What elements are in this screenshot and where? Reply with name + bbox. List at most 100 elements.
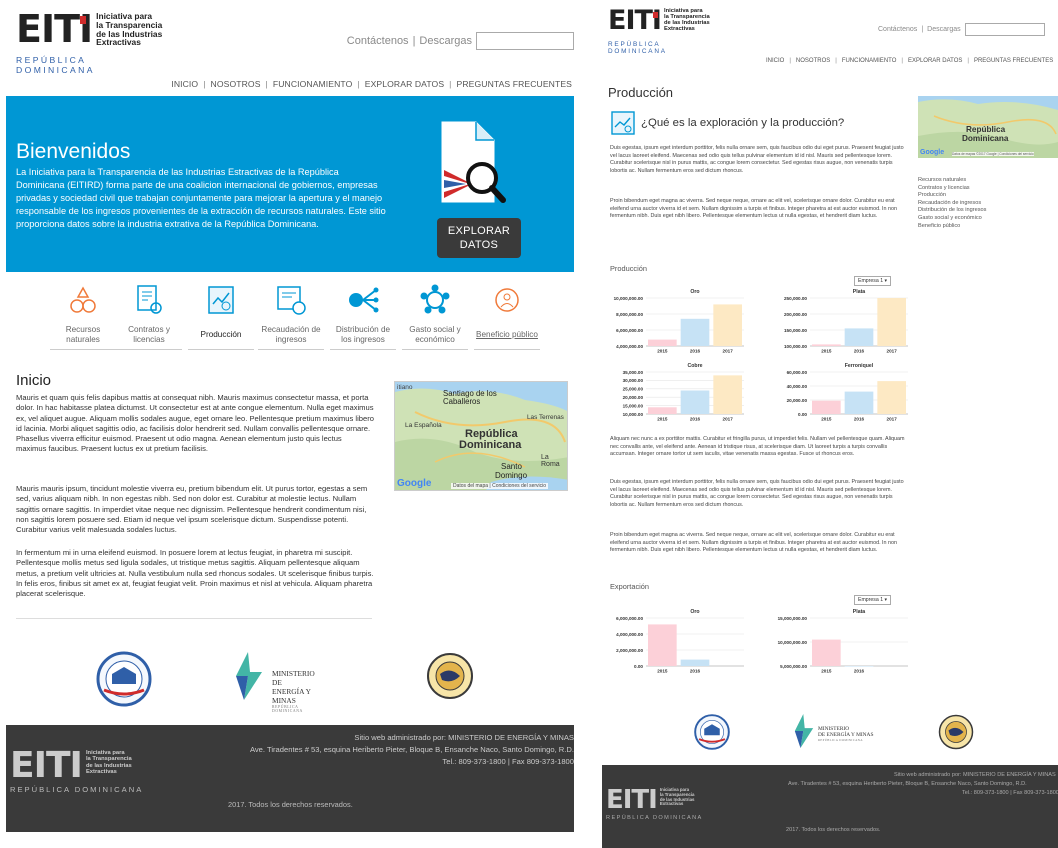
production-paragraph: Duis egestas, ipsum eget interdum portti… <box>610 479 904 508</box>
bar[interactable] <box>812 344 841 346</box>
side-link[interactable]: Distribución de los ingresos <box>918 207 986 215</box>
x-tick-label: 2016 <box>854 669 865 674</box>
footer-logo[interactable]: EITI Iniciativa para la Transparencia de… <box>10 748 132 784</box>
company-select[interactable]: Empresa 1 ▾ <box>854 276 892 286</box>
bar[interactable] <box>648 407 677 414</box>
nav-item-inicio[interactable]: INICIO <box>171 79 198 89</box>
nav-item-preguntas[interactable]: PREGUNTAS FRECUENTES <box>457 79 572 89</box>
social-spending-icon <box>420 284 450 314</box>
y-tick-label: 15,000,000.00 <box>778 616 808 621</box>
x-tick-label: 2015 <box>821 417 832 422</box>
company-select[interactable]: Empresa 1 ▾ <box>854 595 892 605</box>
bar[interactable] <box>680 318 710 346</box>
category-gasto-social[interactable]: Gasto social y económico <box>402 283 468 350</box>
side-link[interactable]: Contratos y licencias <box>918 185 986 193</box>
location-map[interactable]: itiano Santiago de los Caballeros Las Te… <box>394 381 568 491</box>
category-label: Distribución de los ingresos <box>335 324 391 345</box>
bar[interactable] <box>812 400 841 414</box>
x-tick-label: 2015 <box>821 669 832 674</box>
separator: | <box>412 35 416 47</box>
section-export: Exportación <box>610 582 650 591</box>
bar[interactable] <box>648 339 677 346</box>
y-tick-label: 5,000,000.00 <box>780 664 807 669</box>
hero-banner: Bienvenidos La Iniciativa para la Transp… <box>6 96 574 272</box>
y-tick-label: 8,000,000.00 <box>616 312 643 317</box>
bar[interactable] <box>713 304 742 346</box>
bar[interactable] <box>812 639 841 666</box>
contact-link[interactable]: Contáctenos <box>878 26 917 33</box>
button-line: EXPLORAR <box>447 225 511 237</box>
bar[interactable] <box>680 659 710 666</box>
y-tick-label: 0.00 <box>634 664 643 669</box>
nav-item-nosotros[interactable]: NOSOTROS <box>796 58 830 64</box>
bar[interactable] <box>877 298 906 346</box>
ministerio-logo-mark <box>794 714 814 748</box>
search-input[interactable] <box>476 32 574 50</box>
nav-item-preguntas[interactable]: PREGUNTAS FRECUENTES <box>974 58 1053 64</box>
production-paragraph: Proin bibendum eget magna ac viverra. Se… <box>610 198 898 219</box>
bar[interactable] <box>680 390 710 414</box>
y-tick-label: 6,000,000.00 <box>616 616 643 621</box>
category-beneficio[interactable]: Beneficio público <box>474 283 540 350</box>
map-attribution[interactable]: Datos del mapa | Condiciones del servici… <box>451 483 549 489</box>
category-label: Beneficio público <box>476 329 538 339</box>
google-logo: Google <box>920 149 945 156</box>
y-tick-label: 100,000.00 <box>784 344 807 349</box>
logo-flag-accent <box>80 16 86 24</box>
x-tick-label: 2015 <box>821 349 832 354</box>
side-link[interactable]: Producción <box>918 192 986 200</box>
bar[interactable] <box>877 381 906 414</box>
bar[interactable] <box>844 666 874 667</box>
side-link[interactable]: Recaudación de ingresos <box>918 200 986 208</box>
eiti-logo[interactable]: EITI Iniciativa para la Transparencia de… <box>608 7 710 55</box>
downloads-link[interactable]: Descargas <box>419 35 472 47</box>
logo-country: REPÚBLICA DOMINICANA <box>608 41 667 55</box>
chart-title: Oro <box>690 609 699 615</box>
x-tick-label: 2017 <box>723 417 734 422</box>
inicio-paragraph: Mauris mauris ipsum, tincidunt molestie … <box>16 484 368 535</box>
category-label: Recaudación de ingresos <box>261 324 321 345</box>
contact-link[interactable]: Contáctenos <box>347 35 409 47</box>
map-label: República <box>966 125 1006 134</box>
y-tick-label: 150,000.00 <box>784 328 807 333</box>
category-recursos-naturales[interactable]: Recursos naturales <box>50 283 116 350</box>
logo-subtitle: Iniciativa para la Transparencia de las … <box>664 8 710 32</box>
nav-item-explorar-datos[interactable]: EXPLORAR DATOS <box>908 58 962 64</box>
nav-item-funcionamiento[interactable]: FUNCIONAMIENTO <box>842 58 897 64</box>
location-map[interactable]: República Dominicana Google Datos de map… <box>918 96 1058 158</box>
y-tick-label: 35,000.00 <box>623 370 644 375</box>
category-distribucion[interactable]: Distribución de los ingresos <box>330 283 396 350</box>
side-link[interactable]: Recursos naturales <box>918 177 986 185</box>
category-contratos[interactable]: Contratos y licencias <box>116 283 182 350</box>
explore-data-button[interactable]: EXPLORAR DATOS <box>437 218 521 258</box>
x-tick-label: 2015 <box>657 669 668 674</box>
bar[interactable] <box>844 328 874 346</box>
bar[interactable] <box>713 375 742 414</box>
side-link[interactable]: Gasto social y económico <box>918 215 986 223</box>
chart-export-oro: Oro 0.00 2,000,000.00 4,000,000.00 6,000,000… <box>616 609 744 674</box>
category-label: Recursos naturales <box>65 324 101 345</box>
chart-title: Ferroniquel <box>845 363 874 369</box>
category-recaudacion[interactable]: Recaudación de ingresos <box>258 283 324 350</box>
search-input[interactable] <box>964 23 1045 36</box>
bar[interactable] <box>648 624 677 666</box>
bar[interactable] <box>844 391 874 414</box>
nav-item-funcionamiento[interactable]: FUNCIONAMIENTO <box>273 79 353 89</box>
y-tick-label: 20,000.00 <box>787 398 808 403</box>
nav-item-explorar-datos[interactable]: EXPLORAR DATOS <box>365 79 444 89</box>
nav-item-nosotros[interactable]: NOSOTROS <box>211 79 261 89</box>
category-produccion[interactable]: Producción <box>188 283 254 350</box>
logo-line: Extractivas <box>659 801 684 807</box>
eiti-logo[interactable]: EITI Iniciativa para la Transparencia de… <box>16 10 162 75</box>
logo-wordmark: EITI <box>10 745 83 786</box>
nav-separator: | <box>203 79 206 89</box>
side-link[interactable]: Beneficio público <box>918 223 986 231</box>
map-attribution[interactable]: Datos de mapas ©2017 Google | Condicione… <box>952 152 1034 156</box>
category-label: Gasto social y económico <box>409 324 461 345</box>
nav-item-inicio[interactable]: INICIO <box>766 58 784 64</box>
footer-logo[interactable]: EITI Iniciativa para la Transparencia de… <box>606 787 695 813</box>
ministerio-line: REPÚBLICA DOMINICANA <box>818 738 863 742</box>
downloads-link[interactable]: Descargas <box>927 26 960 33</box>
x-tick-label: 2015 <box>657 417 668 422</box>
chart-cobre: Cobre 10,000.00 15,000.00 20,000.00 25,000.0… <box>623 363 744 422</box>
